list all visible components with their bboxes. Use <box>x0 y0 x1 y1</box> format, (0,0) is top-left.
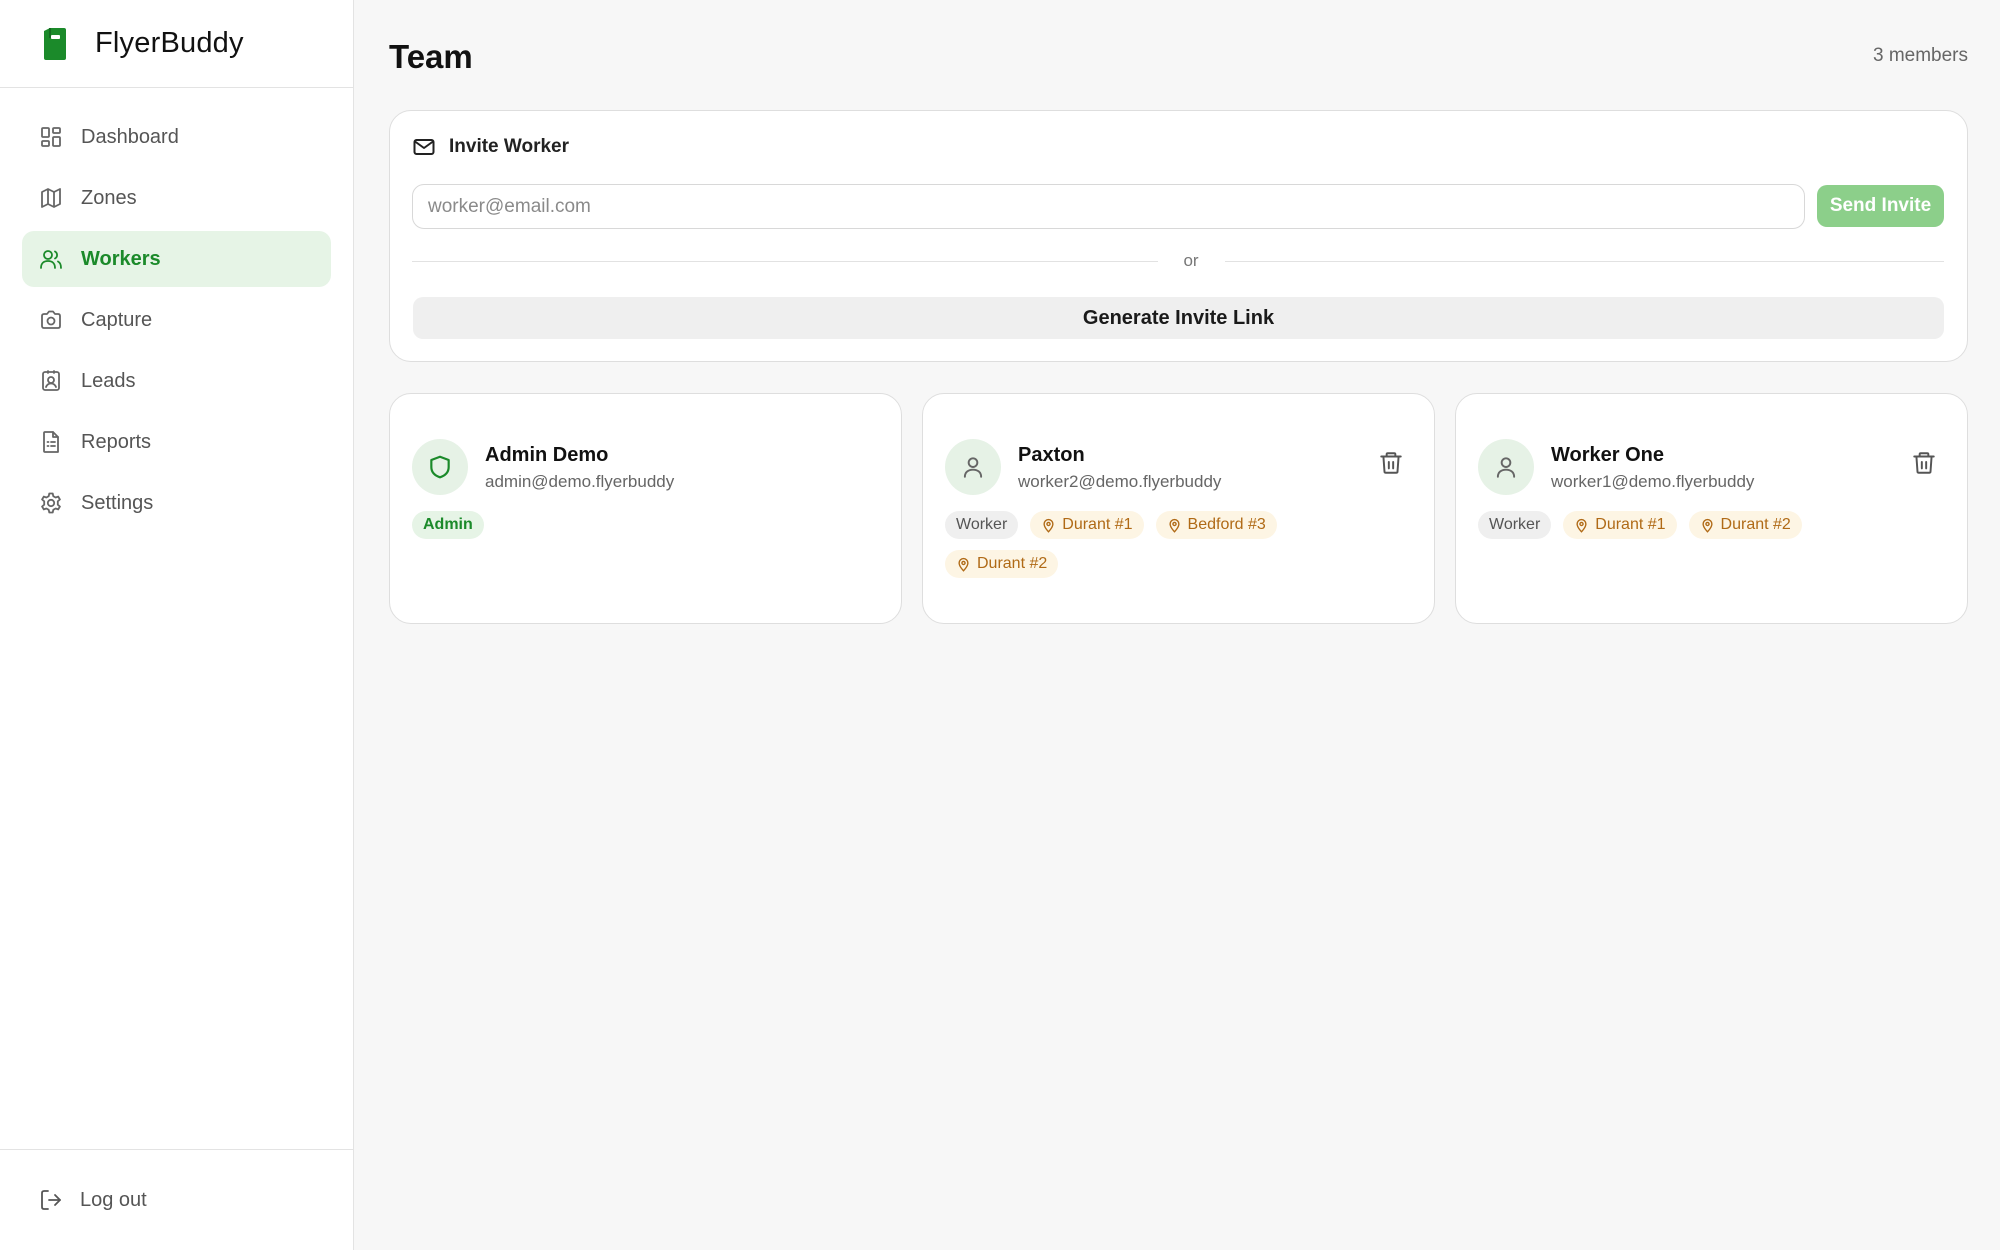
avatar <box>1478 439 1534 495</box>
zone-label: Durant #1 <box>1062 516 1133 533</box>
report-icon <box>43 431 59 453</box>
trash-icon <box>1913 452 1935 474</box>
member-tags: Worker Durant #1 Bedford #3 Durant #2 <box>945 511 1385 578</box>
zone-badge: Durant #1 <box>1563 511 1677 539</box>
member-cards: Admin Demo admin@demo.flyerbuddy Admin P… <box>389 393 1968 624</box>
sidebar: FlyerBuddy Dashboard Zones Workers Captu… <box>0 0 354 1250</box>
shield-icon <box>430 455 450 479</box>
trash-icon <box>1380 452 1402 474</box>
sidebar-item-workers[interactable]: Workers <box>22 231 331 287</box>
divider-or: or <box>1183 251 1199 270</box>
camera-icon <box>41 310 61 329</box>
member-email: worker1@demo.flyerbuddy <box>1551 472 1755 491</box>
sidebar-item-leads[interactable]: Leads <box>22 353 331 409</box>
member-card: Admin Demo admin@demo.flyerbuddy Admin <box>389 393 902 624</box>
flyerbuddy-logo-icon <box>44 27 66 60</box>
member-name: Paxton <box>1018 444 1085 466</box>
sidebar-item-settings[interactable]: Settings <box>22 475 331 531</box>
user-icon <box>1496 457 1516 478</box>
sidebar-item-capture[interactable]: Capture <box>22 292 331 348</box>
generate-invite-link-button[interactable]: Generate Invite Link <box>413 297 1944 339</box>
contact-icon <box>42 370 60 391</box>
member-email: worker2@demo.flyerbuddy <box>1018 472 1222 491</box>
member-name: Worker One <box>1551 444 1664 466</box>
sidebar-item-dashboard[interactable]: Dashboard <box>22 109 331 165</box>
mail-icon <box>413 139 435 155</box>
role-badge: Worker <box>945 511 1019 539</box>
page-title: Team <box>389 38 473 75</box>
member-email: admin@demo.flyerbuddy <box>485 472 675 491</box>
invite-title: Invite Worker <box>449 136 570 157</box>
divider-right <box>1225 261 1944 262</box>
map-pin-icon <box>1043 518 1054 533</box>
logout-icon <box>41 1190 61 1210</box>
member-card: Worker One worker1@demo.flyerbuddy Worke… <box>1455 393 1968 624</box>
sidebar-item-zones[interactable]: Zones <box>22 170 331 226</box>
logout-label: Log out <box>80 1188 147 1211</box>
users-icon <box>40 250 62 269</box>
zone-badge: Durant #2 <box>945 550 1059 578</box>
zone-badge: Durant #2 <box>1688 511 1802 539</box>
zone-label: Durant #2 <box>1720 516 1791 533</box>
sidebar-footer: Log out <box>0 1149 353 1250</box>
role-badge: Admin <box>412 511 484 539</box>
delete-member-button[interactable] <box>1911 450 1937 476</box>
dashboard-icon <box>41 127 61 147</box>
sidebar-item-label: Zones <box>81 186 137 209</box>
sidebar-item-label: Settings <box>81 491 154 514</box>
sidebar-item-label: Capture <box>81 308 153 331</box>
avatar <box>945 439 1001 495</box>
map-pin-icon <box>1168 518 1180 533</box>
map-icon <box>41 188 61 208</box>
zone-badge: Durant #1 <box>1030 511 1144 539</box>
email-field[interactable] <box>412 184 1805 229</box>
member-count: 3 members <box>1872 45 1968 66</box>
gear-icon <box>41 492 61 514</box>
map-pin-icon <box>1701 518 1713 533</box>
delete-member-button[interactable] <box>1378 450 1404 476</box>
invite-worker-card: Invite Worker Send Invite or Generate In… <box>389 110 1968 362</box>
sidebar-item-label: Leads <box>81 369 136 392</box>
sidebar-nav: Dashboard Zones Workers Capture Leads Re… <box>0 88 353 531</box>
zone-badge: Bedford #3 <box>1155 511 1277 539</box>
sidebar-item-label: Workers <box>81 247 161 270</box>
user-icon <box>963 457 983 478</box>
zone-label: Durant #1 <box>1595 516 1666 533</box>
send-invite-button[interactable]: Send Invite <box>1817 185 1944 227</box>
avatar <box>412 439 468 495</box>
zone-label: Bedford #3 <box>1187 516 1266 533</box>
sidebar-item-label: Dashboard <box>81 125 179 148</box>
brand-name: FlyerBuddy <box>95 27 244 59</box>
logout-button[interactable]: Log out <box>39 1176 147 1224</box>
role-badge: Worker <box>1478 511 1552 539</box>
zone-label: Durant #2 <box>977 555 1048 572</box>
member-tags: Worker Durant #1 Durant #2 <box>1478 511 1918 539</box>
member-name: Admin Demo <box>485 444 609 466</box>
sidebar-item-reports[interactable]: Reports <box>22 414 331 470</box>
member-card: Paxton worker2@demo.flyerbuddy Worker Du… <box>922 393 1435 624</box>
sidebar-item-label: Reports <box>81 430 152 453</box>
map-pin-icon <box>958 557 969 572</box>
invite-header: Invite Worker <box>412 135 569 159</box>
divider-left <box>412 261 1158 262</box>
map-pin-icon <box>1576 518 1587 533</box>
brand[interactable]: FlyerBuddy <box>0 0 353 88</box>
member-tags: Admin <box>412 511 852 539</box>
